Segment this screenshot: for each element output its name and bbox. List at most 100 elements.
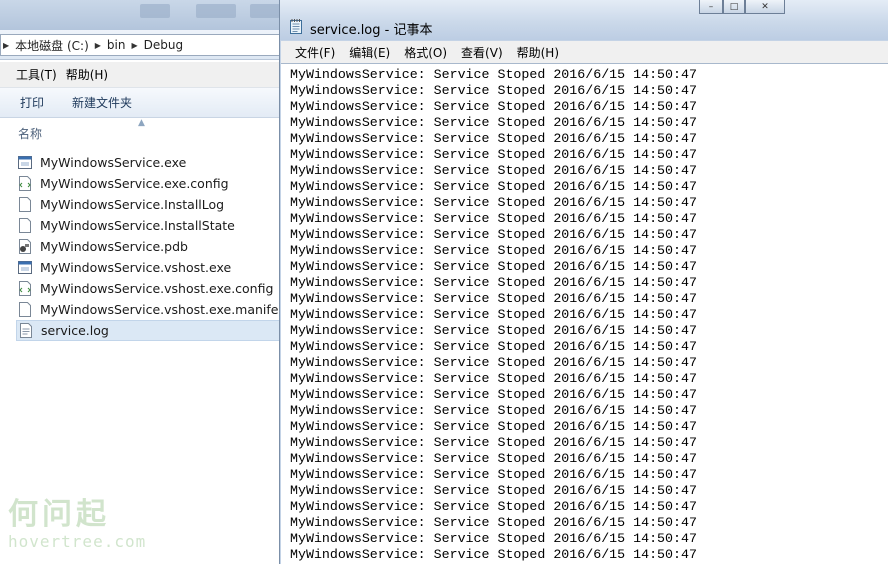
breadcrumb-chevron-icon[interactable]: ▶ [129,41,139,50]
log-line[interactable]: MyWindowsService: Service Stoped 2016/6/… [290,483,697,499]
log-line[interactable]: MyWindowsService: Service Stoped 2016/6/… [290,67,697,83]
menu-view[interactable]: 查看(V) [453,44,509,61]
menu-edit[interactable]: 编辑(E) [341,44,396,61]
close-icon: ✕ [761,1,769,12]
log-line[interactable]: MyWindowsService: Service Stoped 2016/6/… [290,195,697,211]
file-row[interactable]: MyWindowsService.InstallLog [18,194,300,215]
exe-icon [18,261,32,274]
log-line[interactable]: MyWindowsService: Service Stoped 2016/6/… [290,467,697,483]
document-icon [19,218,31,233]
column-name-label[interactable]: 名称 [18,125,42,142]
breadcrumb-drive[interactable]: 本地磁盘 (C:) [11,37,93,54]
file-row[interactable]: MyWindowsService.exe.config [18,173,300,194]
file-list: MyWindowsService.exe MyWindowsService.ex… [16,152,300,341]
explorer-menu-bar: 工具(T) 帮助(H) [0,62,300,88]
log-line[interactable]: MyWindowsService: Service Stoped 2016/6/… [290,163,697,179]
maximize-button[interactable]: □ [723,0,745,14]
log-line[interactable]: MyWindowsService: Service Stoped 2016/6/… [290,259,697,275]
breadcrumb-bin[interactable]: bin [103,38,130,52]
new-folder-button[interactable]: 新建文件夹 [72,94,132,111]
log-line[interactable]: MyWindowsService: Service Stoped 2016/6/… [290,403,697,419]
log-line[interactable]: MyWindowsService: Service Stoped 2016/6/… [290,211,697,227]
minimize-button[interactable]: – [699,0,723,14]
address-bar[interactable]: ▶ 本地磁盘 (C:) ▶ bin ▶ Debug [0,34,296,56]
log-line[interactable]: MyWindowsService: Service Stoped 2016/6/… [290,419,697,435]
log-line[interactable]: MyWindowsService: Service Stoped 2016/6/… [290,147,697,163]
log-line[interactable]: MyWindowsService: Service Stoped 2016/6/… [290,339,697,355]
file-row[interactable]: MyWindowsService.vshost.exe [18,257,300,278]
print-button[interactable]: 打印 [20,94,44,111]
log-line[interactable]: MyWindowsService: Service Stoped 2016/6/… [290,323,697,339]
explorer-titlebar [0,0,300,30]
blurred-title-element [196,4,236,18]
watermark-latin: hovertree.com [8,532,147,551]
log-line[interactable]: MyWindowsService: Service Stoped 2016/6/… [290,243,697,259]
menu-help[interactable]: 帮助(H) [509,44,565,61]
file-name: MyWindowsService.vshost.exe [40,260,232,275]
log-line[interactable]: MyWindowsService: Service Stoped 2016/6/… [290,515,697,531]
log-line[interactable]: MyWindowsService: Service Stoped 2016/6/… [290,179,697,195]
breadcrumb-chevron-icon[interactable]: ▶ [1,41,11,50]
window-controls: – □ ✕ [699,0,785,14]
file-row-selected[interactable]: service.log [16,320,300,341]
file-row[interactable]: MyWindowsService.vshost.exe.manife... [18,299,300,320]
log-line[interactable]: MyWindowsService: Service Stoped 2016/6/… [290,499,697,515]
log-line[interactable]: MyWindowsService: Service Stoped 2016/6/… [290,371,697,387]
log-line[interactable]: MyWindowsService: Service Stoped 2016/6/… [290,227,697,243]
minimize-icon: – [708,1,714,12]
menu-help[interactable]: 帮助(H) [66,66,117,83]
file-name: MyWindowsService.exe.config [40,176,229,191]
exe-icon [18,156,32,169]
file-row[interactable]: MyWindowsService.pdb [18,236,300,257]
menu-format[interactable]: 格式(O) [396,44,453,61]
file-name: MyWindowsService.InstallLog [40,197,225,212]
config-file-icon [19,281,31,296]
log-line[interactable]: MyWindowsService: Service Stoped 2016/6/… [290,115,697,131]
file-name: MyWindowsService.exe [40,155,187,170]
log-line[interactable]: MyWindowsService: Service Stoped 2016/6/… [290,275,697,291]
watermark-chinese: 何问起 [8,497,110,532]
watermark: 何问起 hovertree.com [8,498,158,558]
log-line[interactable]: MyWindowsService: Service Stoped 2016/6/… [290,387,697,403]
log-line[interactable]: MyWindowsService: Service Stoped 2016/6/… [290,451,697,467]
document-icon [19,197,31,212]
file-name: MyWindowsService.vshost.exe.manife... [40,302,291,317]
file-name: MyWindowsService.pdb [40,239,188,254]
log-line[interactable]: MyWindowsService: Service Stoped 2016/6/… [290,307,697,323]
menu-file[interactable]: 文件(F) [281,44,341,61]
maximize-icon: □ [729,1,739,12]
file-name: MyWindowsService.InstallState [40,218,235,233]
sort-ascending-icon: ▲ [138,118,145,128]
log-line[interactable]: MyWindowsService: Service Stoped 2016/6/… [290,531,697,547]
log-line[interactable]: MyWindowsService: Service Stoped 2016/6/… [290,291,697,307]
log-line[interactable]: MyWindowsService: Service Stoped 2016/6/… [290,131,697,147]
notepad-titlebar[interactable]: service.log - 记事本 – □ ✕ [280,0,888,40]
blurred-title-element [250,4,280,18]
file-explorer-window: ▶ 本地磁盘 (C:) ▶ bin ▶ Debug 工具(T) 帮助(H) 打印… [0,0,300,564]
window-title: service.log - 记事本 [310,23,433,38]
config-file-icon [19,176,31,191]
file-name: service.log [41,323,109,338]
notepad-menu-bar: 文件(F) 编辑(E) 格式(O) 查看(V) 帮助(H) [281,41,888,63]
log-line[interactable]: MyWindowsService: Service Stoped 2016/6/… [290,99,697,115]
file-row[interactable]: MyWindowsService.exe [18,152,300,173]
log-line[interactable]: MyWindowsService: Service Stoped 2016/6/… [290,83,697,99]
close-button[interactable]: ✕ [745,0,785,14]
log-line[interactable]: MyWindowsService: Service Stoped 2016/6/… [290,355,697,371]
file-row[interactable]: MyWindowsService.InstallState [18,215,300,236]
file-name: MyWindowsService.vshost.exe.config [40,281,274,296]
text-editor-area[interactable]: MyWindowsService: Service Stoped 2016/6/… [281,63,888,564]
pdb-file-icon [19,239,31,254]
notepad-window: service.log - 记事本 – □ ✕ 文件(F) 编辑(E) 格式(O… [279,0,888,564]
log-line[interactable]: MyWindowsService: Service Stoped 2016/6/… [290,547,697,563]
breadcrumb-debug[interactable]: Debug [140,38,187,52]
log-line[interactable]: MyWindowsService: Service Stoped 2016/6/… [290,435,697,451]
menu-tools[interactable]: 工具(T) [0,66,66,83]
text-file-icon [20,323,32,338]
file-row[interactable]: MyWindowsService.vshost.exe.config [18,278,300,299]
breadcrumb-chevron-icon[interactable]: ▶ [93,41,103,50]
column-header[interactable]: 名称 ▲ [0,118,300,146]
log-content[interactable]: MyWindowsService: Service Stoped 2016/6/… [290,67,697,563]
notepad-icon [290,19,302,34]
explorer-toolbar: 打印 新建文件夹 [0,88,300,118]
